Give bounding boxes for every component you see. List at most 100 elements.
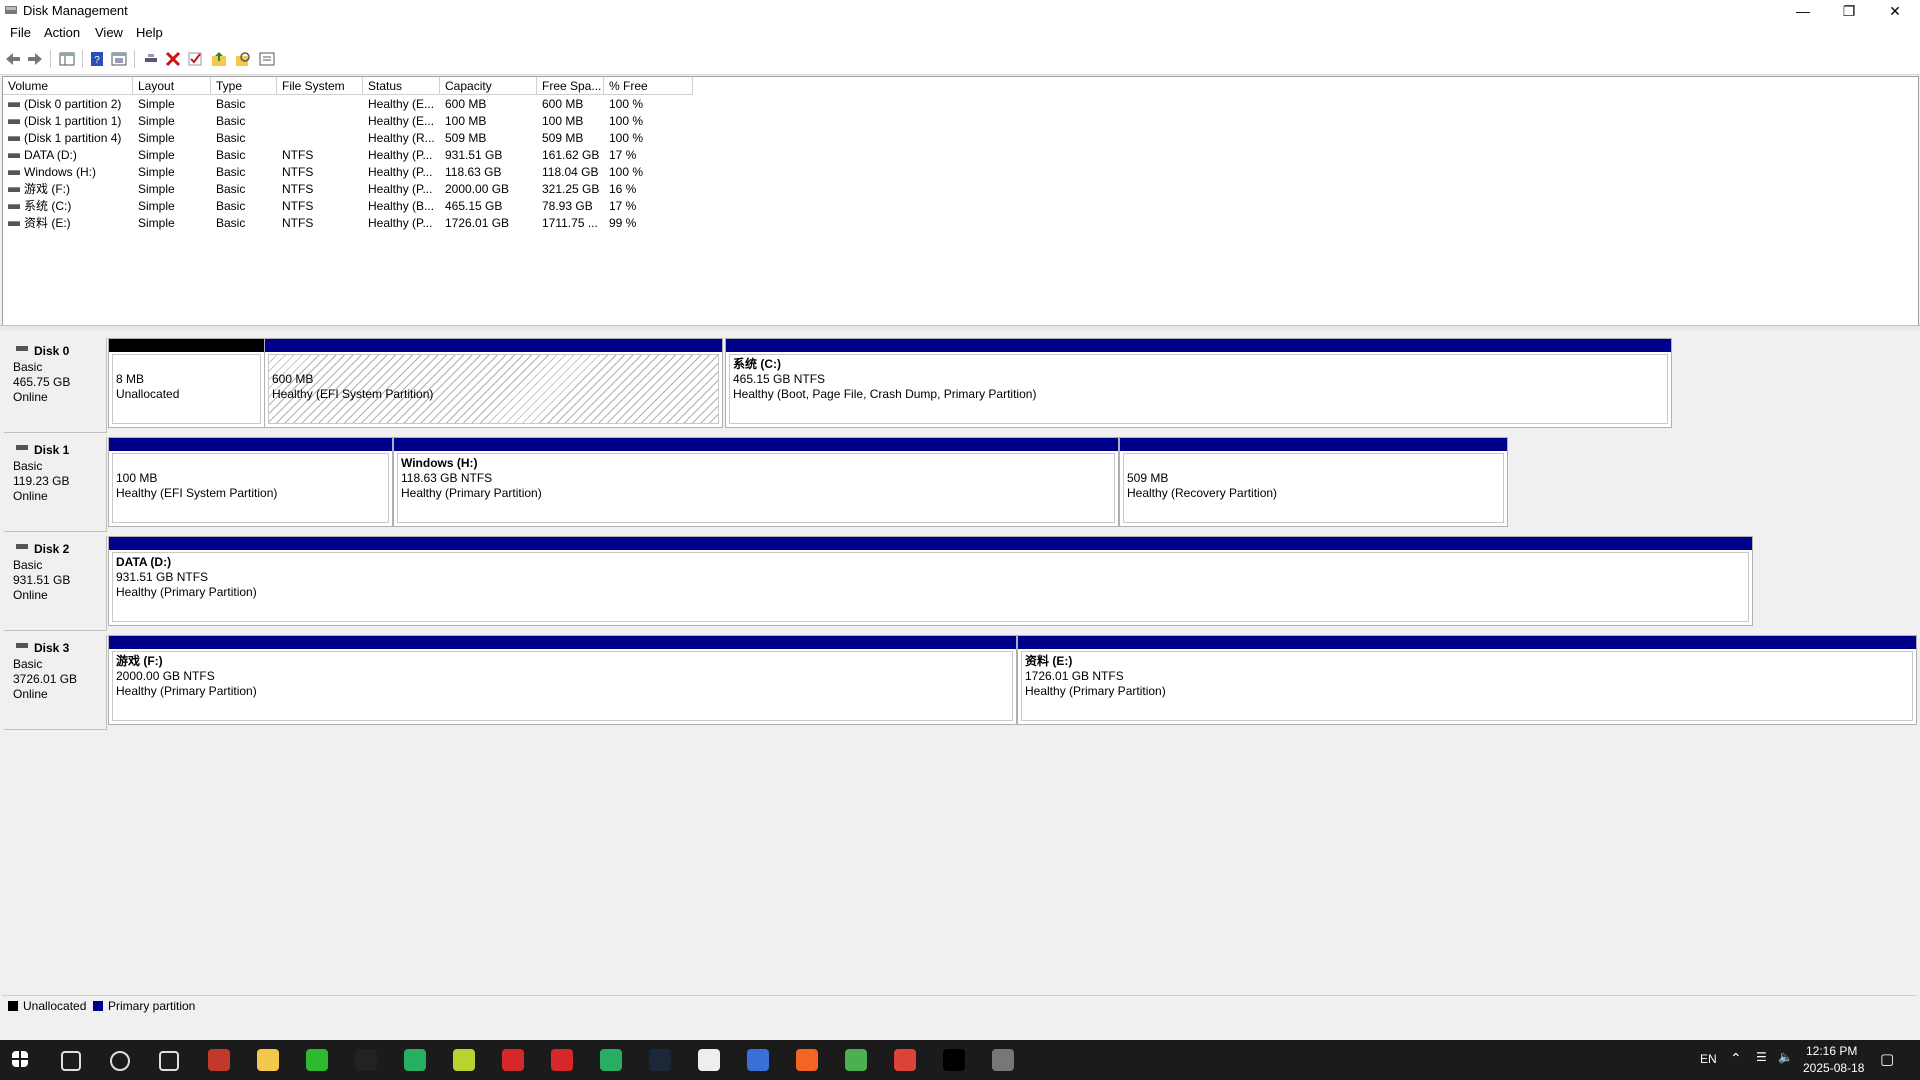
cell-text: Basic <box>216 114 246 128</box>
file-explorer-icon[interactable] <box>257 1049 279 1071</box>
column-header-percent-free[interactable]: % Free <box>604 77 693 95</box>
check-icon[interactable] <box>186 50 204 68</box>
menu-view[interactable]: View <box>95 25 123 40</box>
cell-text: 1726.01 GB <box>445 216 510 230</box>
delete-icon[interactable] <box>164 50 182 68</box>
volume-icon <box>8 119 20 125</box>
brave-icon[interactable] <box>796 1049 818 1071</box>
disk-label-0[interactable]: Disk 0 Basic 465.75 GB Online <box>4 338 107 433</box>
cell-text: 100 % <box>609 131 644 145</box>
chrome-icon[interactable] <box>845 1049 867 1071</box>
table-row[interactable]: 系统 (C:) Simple Basic NTFS Healthy (B... 465.1… <box>3 198 1918 215</box>
cell-free-space: 100 MB <box>542 113 604 130</box>
disk-label-2[interactable]: Disk 2 Basic 931.51 GB Online <box>4 536 107 631</box>
cell-free-space: 78.93 GB <box>542 198 604 215</box>
forward-icon[interactable] <box>26 50 44 68</box>
cell-layout: Simple <box>138 215 211 232</box>
table-row[interactable]: 资料 (E:) Simple Basic NTFS Healthy (P... 1726.… <box>3 215 1918 232</box>
cell-free-space: 161.62 GB <box>542 147 604 164</box>
qq-icon[interactable] <box>355 1049 377 1071</box>
partition-disk0-1[interactable]: 600 MB Healthy (EFI System Partition) <box>264 338 723 428</box>
menu-action[interactable]: Action <box>44 25 80 40</box>
menu-file[interactable]: File <box>10 25 31 40</box>
column-header-capacity[interactable]: Capacity <box>440 77 537 95</box>
help-icon[interactable]: ? <box>88 50 106 68</box>
disk-label-1[interactable]: Disk 1 Basic 119.23 GB Online <box>4 437 107 532</box>
table-row[interactable]: DATA (D:) Simple Basic NTFS Healthy (P... 931… <box>3 147 1918 164</box>
search-icon[interactable] <box>61 1051 81 1071</box>
partition-disk2-0[interactable]: DATA (D:) 931.51 GB NTFS Healthy (Primary … <box>108 536 1753 626</box>
back-icon[interactable] <box>4 50 22 68</box>
restore-button[interactable]: ❐ <box>1826 0 1872 22</box>
cell-text: Healthy (P... <box>368 182 433 196</box>
list-view-icon[interactable] <box>258 50 276 68</box>
cell-text: 931.51 GB <box>445 148 503 162</box>
partition-disk0-0[interactable]: 8 MB Unallocated <box>108 338 265 428</box>
tray-chevron-icon[interactable]: ⌃ <box>1730 1050 1742 1067</box>
cell-text: Basic <box>216 131 246 145</box>
wifi-icon[interactable]: ☰ <box>1756 1050 1767 1064</box>
cell-text: Healthy (P... <box>368 148 433 162</box>
volume-icon[interactable]: 🔈 <box>1778 1050 1793 1064</box>
document-icon[interactable] <box>698 1049 720 1071</box>
clock-time[interactable]: 12:16 PM <box>1806 1044 1857 1058</box>
cell-capacity: 100 MB <box>445 113 537 130</box>
cell-type: Basic <box>216 164 277 181</box>
partition-disk3-1[interactable]: 资料 (E:) 1726.01 GB NTFS Healthy (Primary P… <box>1017 635 1917 725</box>
cell-text: 118.04 GB <box>542 165 599 179</box>
windows-start-icon[interactable] <box>12 1051 28 1067</box>
disk-management-icon[interactable] <box>992 1049 1014 1071</box>
table-row[interactable]: Windows (H:) Simple Basic NTFS Healthy (P...… <box>3 164 1918 181</box>
partition-disk0-2[interactable]: 系统 (C:) 465.15 GB NTFS Healthy (Boot, Page… <box>725 338 1672 428</box>
partition-disk1-1[interactable]: Windows (H:) 118.63 GB NTFS Healthy (Prima… <box>393 437 1119 527</box>
chrome-profile-icon[interactable] <box>894 1049 916 1071</box>
partition-disk1-0[interactable]: 100 MB Healthy (EFI System Partition) <box>108 437 393 527</box>
language-indicator[interactable]: EN <box>1700 1052 1717 1066</box>
column-header-status[interactable]: Status <box>363 77 440 95</box>
connect-icon[interactable] <box>142 50 160 68</box>
properties-icon[interactable] <box>110 50 128 68</box>
media-player-icon[interactable] <box>600 1049 622 1071</box>
green-app-icon[interactable] <box>404 1049 426 1071</box>
folder-up-icon[interactable] <box>210 50 228 68</box>
column-header-layout[interactable]: Layout <box>133 77 211 95</box>
minimize-button[interactable]: — <box>1780 0 1826 22</box>
cell-text: Simple <box>138 216 175 230</box>
task-view-icon[interactable] <box>159 1051 179 1071</box>
menu-help[interactable]: Help <box>136 25 163 40</box>
table-row[interactable]: (Disk 0 partition 2) Simple Basic Healthy (… <box>3 96 1918 113</box>
yellow-app-icon[interactable] <box>453 1049 475 1071</box>
cell-text: 2000.00 GB <box>445 182 510 196</box>
steam-icon[interactable] <box>649 1049 671 1071</box>
column-header-volume[interactable]: Volume <box>3 77 133 95</box>
table-row[interactable]: (Disk 1 partition 1) Simple Basic Healthy (… <box>3 113 1918 130</box>
partition-size: 8 MB <box>116 372 145 386</box>
search-folder-icon[interactable] <box>234 50 252 68</box>
partition-disk3-0[interactable]: 游戏 (F:) 2000.00 GB NTFS Healthy (Primary P… <box>108 635 1017 725</box>
tool-app-icon[interactable] <box>208 1049 230 1071</box>
column-header-file-system[interactable]: File System <box>277 77 363 95</box>
partition-disk1-2[interactable]: 509 MB Healthy (Recovery Partition) <box>1119 437 1508 527</box>
clock-date[interactable]: 2025-08-18 <box>1803 1061 1864 1075</box>
red-app-icon[interactable] <box>551 1049 573 1071</box>
disk-label-3[interactable]: Disk 3 Basic 3726.01 GB Online <box>4 635 107 730</box>
wechat-icon[interactable] <box>306 1049 328 1071</box>
volume-list: Volume Layout Type File System Status Ca… <box>2 76 1919 326</box>
column-header-type[interactable]: Type <box>211 77 277 95</box>
column-header-free-space[interactable]: Free Spa... <box>537 77 604 95</box>
partition-body: 8 MB Unallocated <box>112 354 261 424</box>
menu-bar: File Action View Help <box>0 22 1920 44</box>
cortana-icon[interactable] <box>110 1051 130 1071</box>
partition-status: Unallocated <box>116 387 180 401</box>
notification-icon[interactable]: ▢ <box>1880 1050 1894 1068</box>
terminal-icon[interactable] <box>943 1049 965 1071</box>
cell-type: Basic <box>216 215 277 232</box>
cell-text: 509 MB <box>445 131 487 145</box>
console-tree-icon[interactable] <box>58 50 76 68</box>
close-button[interactable]: ✕ <box>1872 0 1918 22</box>
table-row[interactable]: 游戏 (F:) Simple Basic NTFS Healthy (P... 2000.… <box>3 181 1918 198</box>
cell-layout: Simple <box>138 96 211 113</box>
netease-music-icon[interactable] <box>502 1049 524 1071</box>
table-row[interactable]: (Disk 1 partition 4) Simple Basic Healthy (… <box>3 130 1918 147</box>
blue-app-icon[interactable] <box>747 1049 769 1071</box>
